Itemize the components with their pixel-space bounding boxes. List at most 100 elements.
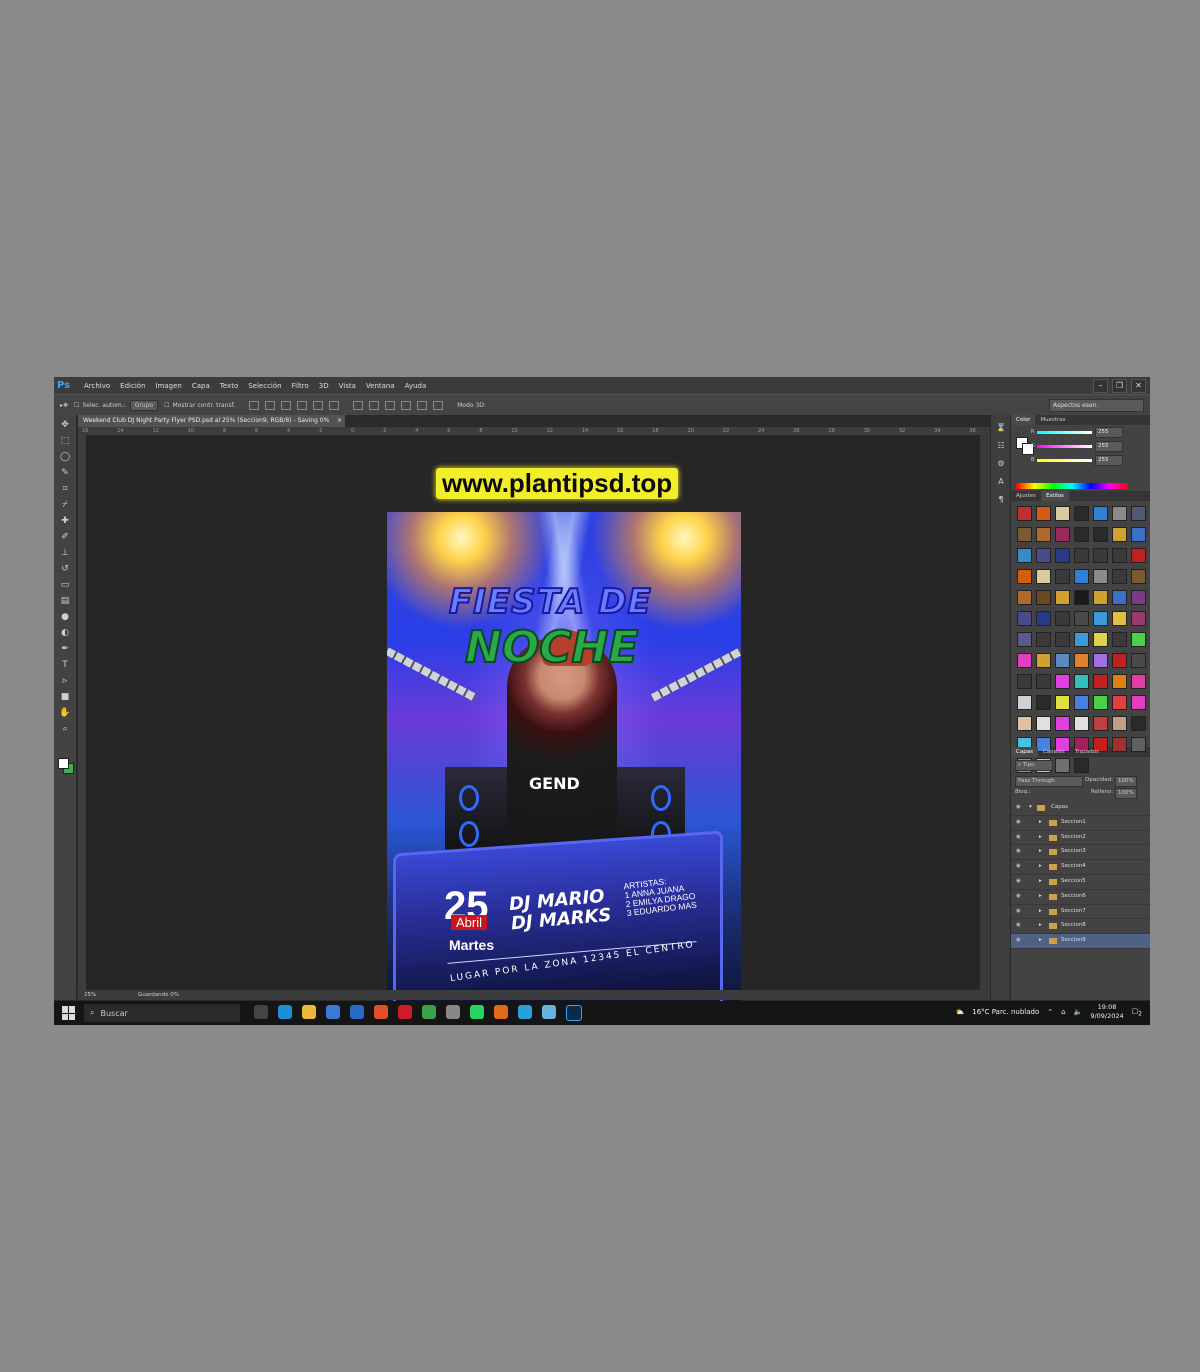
menu-imagen[interactable]: Imagen	[151, 382, 187, 390]
style-swatch[interactable]	[1074, 674, 1089, 689]
g-value[interactable]: 255	[1095, 441, 1123, 452]
network-icon[interactable]: ⌂	[1061, 1008, 1065, 1016]
menu-ayuda[interactable]: Ayuda	[400, 382, 432, 390]
align-right-icon[interactable]	[329, 400, 340, 410]
distribute-middle-icon[interactable]	[369, 400, 380, 410]
blur-tool-icon[interactable]: ●	[59, 611, 71, 623]
style-swatch[interactable]	[1112, 716, 1127, 731]
eye-icon[interactable]: ◉	[1016, 875, 1021, 889]
clock[interactable]: 19:08 9/09/2024	[1090, 1003, 1123, 1021]
pen-tool-icon[interactable]: ✒	[59, 643, 71, 655]
layer-row[interactable]: ◉ ▸ Seccion8	[1011, 919, 1150, 935]
restore-icon[interactable]: ❐	[1112, 379, 1127, 393]
style-swatch[interactable]	[1036, 590, 1051, 605]
tab-adjustments[interactable]: Ajustes	[1011, 491, 1041, 501]
eye-icon[interactable]: ◉	[1016, 816, 1021, 830]
path-select-icon[interactable]: ▹	[59, 675, 71, 687]
edge-icon[interactable]	[278, 1005, 292, 1019]
style-swatch[interactable]	[1093, 548, 1108, 563]
style-swatch[interactable]	[1131, 611, 1146, 626]
layer-row[interactable]: ◉ ▸ Seccion9	[1011, 934, 1150, 949]
checkbox-show-transform[interactable]: ☐	[164, 402, 169, 409]
tab-paths[interactable]: Trazados	[1070, 747, 1104, 757]
style-swatch[interactable]	[1055, 695, 1070, 710]
type-tool-icon[interactable]: T	[59, 659, 71, 671]
opera-icon[interactable]	[398, 1005, 412, 1019]
zoom-level[interactable]: 25%	[84, 992, 96, 998]
group-select[interactable]: Grupo	[129, 399, 159, 411]
style-swatch[interactable]	[1074, 653, 1089, 668]
style-swatch[interactable]	[1131, 569, 1146, 584]
align-bottom-icon[interactable]	[281, 400, 292, 410]
style-swatch[interactable]	[1112, 506, 1127, 521]
style-swatch[interactable]	[1055, 674, 1070, 689]
layer-row[interactable]: ◉ ▸ Seccion3	[1011, 845, 1150, 861]
history-icon[interactable]: ⌛	[996, 423, 1006, 433]
style-swatch[interactable]	[1131, 653, 1146, 668]
b-slider[interactable]	[1037, 459, 1092, 462]
menu-filtro[interactable]: Filtro	[287, 382, 314, 390]
mail-icon[interactable]	[350, 1005, 364, 1019]
eye-icon[interactable]: ◉	[1016, 860, 1021, 874]
distribute-top-icon[interactable]	[353, 400, 364, 410]
style-swatch[interactable]	[1131, 695, 1146, 710]
style-swatch[interactable]	[1131, 506, 1146, 521]
expand-arrow-icon[interactable]: ▾	[1029, 801, 1032, 815]
style-swatch[interactable]	[1017, 716, 1032, 731]
distribute-left-icon[interactable]	[401, 400, 412, 410]
b-value[interactable]: 255	[1095, 455, 1123, 466]
style-swatch[interactable]	[1131, 674, 1146, 689]
layer-row[interactable]: ◉ ▸ Seccion1	[1011, 816, 1150, 831]
tab-channels[interactable]: Canales	[1038, 747, 1070, 757]
style-swatch[interactable]	[1074, 611, 1089, 626]
style-swatch[interactable]	[1093, 527, 1108, 542]
eyedropper-tool-icon[interactable]: ⌿	[59, 499, 71, 511]
character-icon[interactable]: A	[996, 477, 1006, 487]
style-swatch[interactable]	[1112, 632, 1127, 647]
expand-arrow-icon[interactable]: ▸	[1039, 860, 1042, 874]
style-swatch[interactable]	[1093, 569, 1108, 584]
stamp-tool-icon[interactable]: ⊥	[59, 547, 71, 559]
checkbox-auto-select[interactable]: ☐	[74, 402, 79, 409]
task-view-icon[interactable]	[254, 1005, 268, 1019]
style-swatch[interactable]	[1093, 632, 1108, 647]
paragraph-icon[interactable]: ¶	[996, 495, 1006, 505]
menu-3d[interactable]: 3D	[314, 382, 334, 390]
layer-row[interactable]: ◉ ▸ Seccion2	[1011, 831, 1150, 846]
fill-input[interactable]: 100%	[1115, 788, 1137, 799]
menu-texto[interactable]: Texto	[215, 382, 243, 390]
healing-tool-icon[interactable]: ✚	[59, 515, 71, 527]
style-swatch[interactable]	[1131, 527, 1146, 542]
expand-arrow-icon[interactable]: ▸	[1039, 934, 1042, 948]
style-swatch[interactable]	[1036, 548, 1051, 563]
gradient-tool-icon[interactable]: ▤	[59, 595, 71, 607]
align-center-icon[interactable]	[313, 400, 324, 410]
menu-archivo[interactable]: Archivo	[79, 382, 115, 390]
lasso-tool-icon[interactable]: ◯	[59, 451, 71, 463]
menu-edicion[interactable]: Edición	[115, 382, 150, 390]
eye-icon[interactable]: ◉	[1016, 831, 1021, 845]
style-swatch[interactable]	[1093, 716, 1108, 731]
style-swatch[interactable]	[1074, 695, 1089, 710]
properties-icon[interactable]: ☷	[996, 441, 1006, 451]
align-left-icon[interactable]	[297, 400, 308, 410]
style-swatch[interactable]	[1112, 569, 1127, 584]
quick-select-tool-icon[interactable]: ✎	[59, 467, 71, 479]
file-explorer-icon[interactable]	[302, 1005, 316, 1019]
app-icon[interactable]	[446, 1005, 460, 1019]
style-swatch[interactable]	[1112, 590, 1127, 605]
shape-tool-icon[interactable]: ■	[59, 691, 71, 703]
layer-row[interactable]: ◉ ▸ Seccion5	[1011, 875, 1150, 890]
style-swatch[interactable]	[1055, 653, 1070, 668]
photoshop-taskbar-icon[interactable]	[566, 1005, 582, 1021]
eye-icon[interactable]: ◉	[1016, 801, 1021, 815]
minimize-icon[interactable]: –	[1093, 379, 1108, 393]
style-swatch[interactable]	[1131, 632, 1146, 647]
distribute-bottom-icon[interactable]	[385, 400, 396, 410]
style-swatch[interactable]	[1074, 716, 1089, 731]
tab-styles[interactable]: Estilos	[1041, 491, 1069, 501]
close-tab-icon[interactable]: ×	[337, 415, 342, 427]
brave-icon[interactable]	[374, 1005, 388, 1019]
chrome-icon[interactable]	[422, 1005, 436, 1019]
hand-tool-icon[interactable]: ✋	[59, 707, 71, 719]
